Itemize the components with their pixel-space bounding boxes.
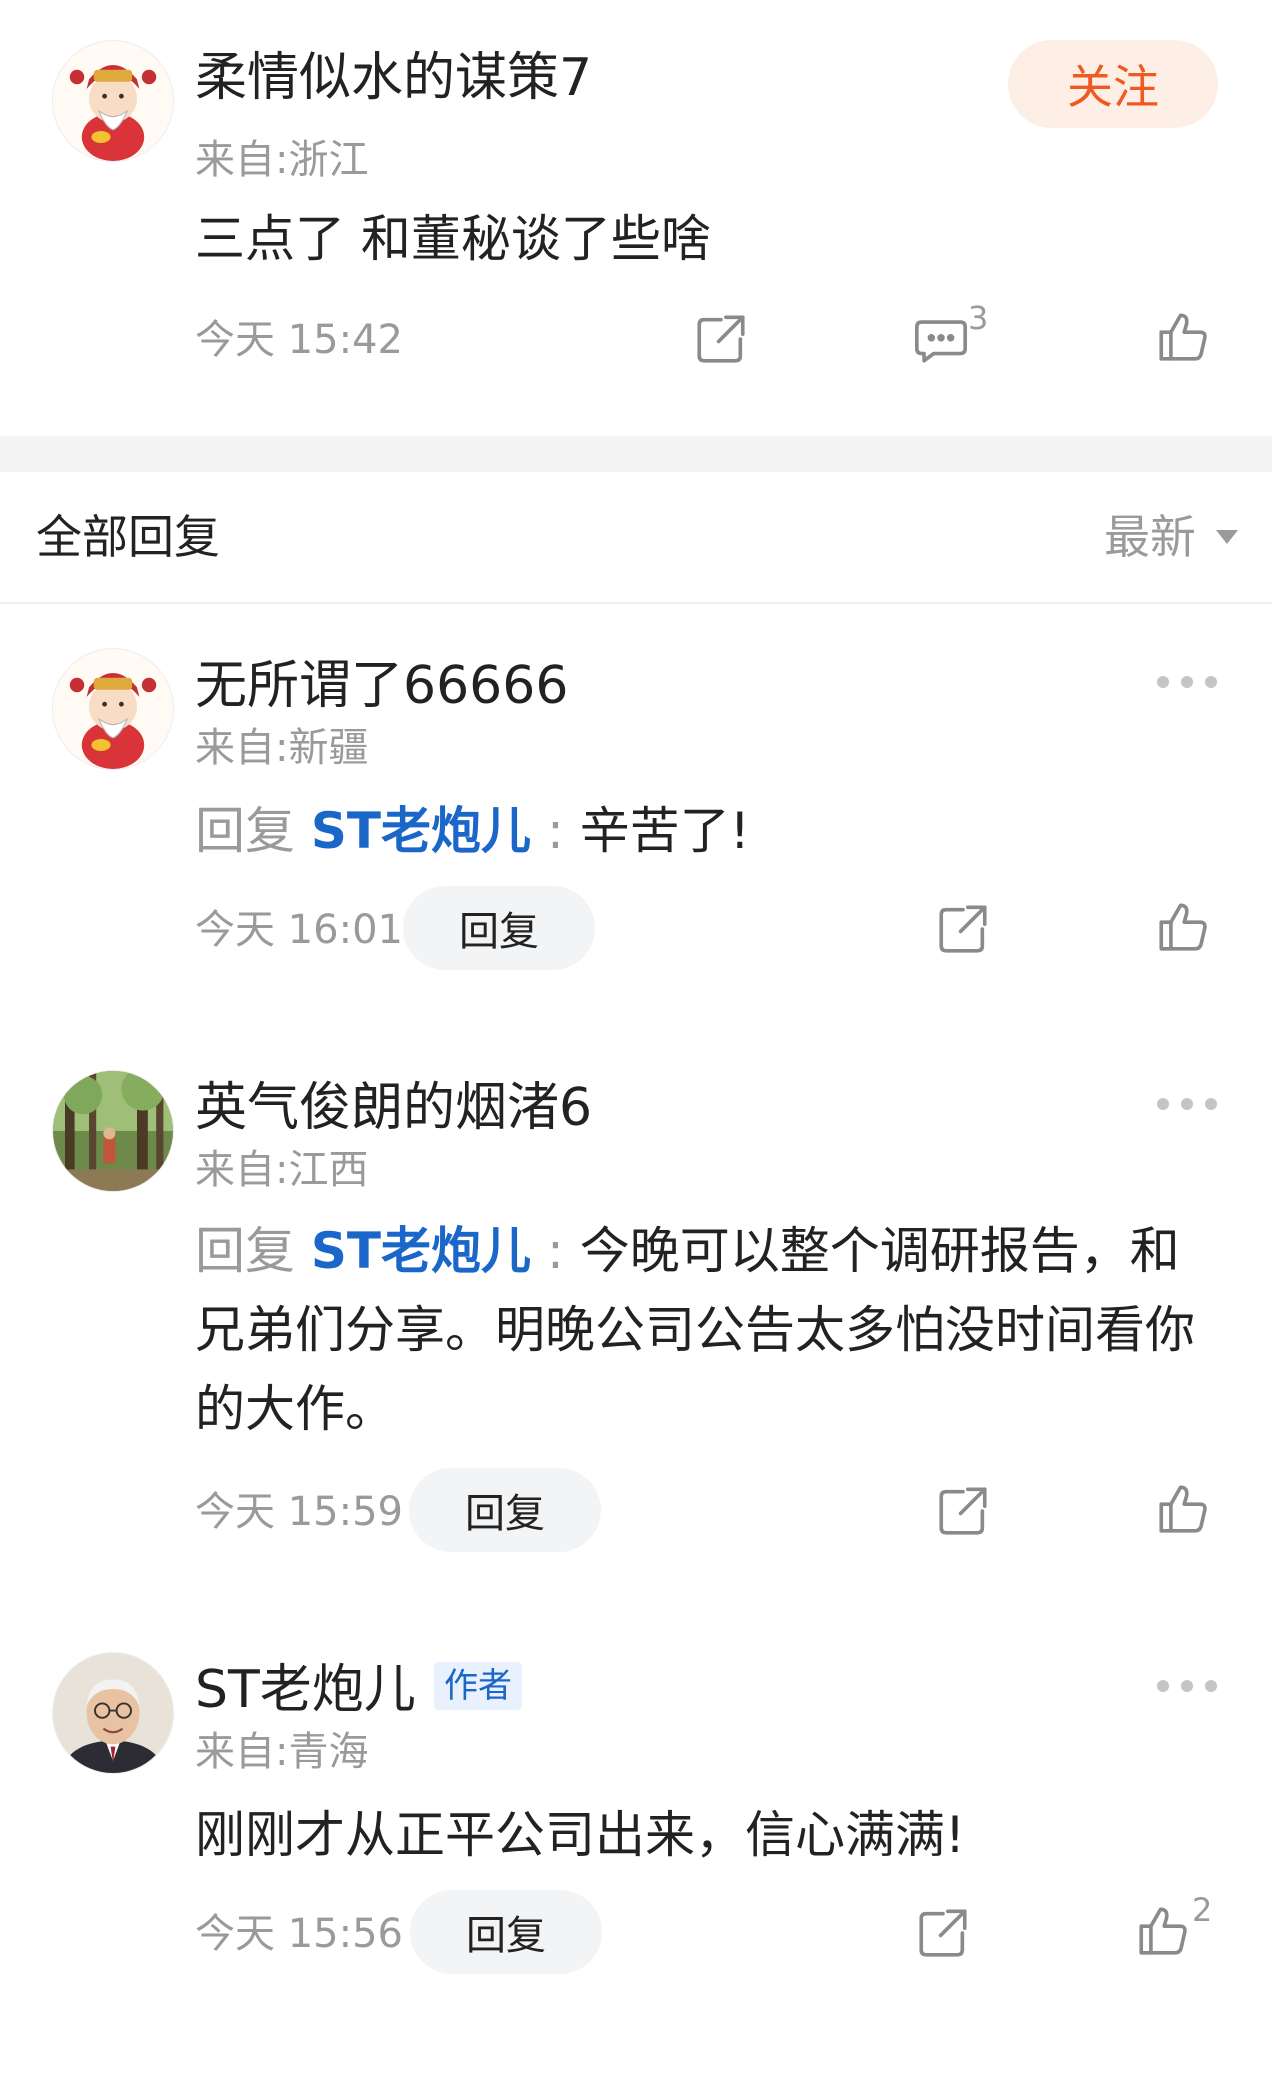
- reply-content: 回复 ST老炮儿 : 今晚可以整个调研报告，和兄弟们分享。明晚公司公告太多怕没时…: [195, 1212, 1212, 1449]
- more-icon[interactable]: [1157, 672, 1217, 692]
- reply-location: 来自:江西: [195, 1147, 369, 1193]
- all-replies-title: 全部回复: [36, 510, 220, 564]
- more-icon[interactable]: [1157, 1676, 1217, 1696]
- reply-time: 今天 16:01: [195, 907, 403, 953]
- post-time: 今天 15:42: [195, 317, 403, 363]
- thumbs-up-icon[interactable]: [1154, 308, 1212, 366]
- thumbs-up-icon[interactable]: [1154, 898, 1212, 956]
- reply-username[interactable]: ST老炮儿: [195, 1664, 416, 1716]
- share-icon[interactable]: [914, 1904, 972, 1962]
- reply-time: 今天 15:56: [195, 1911, 403, 1957]
- reply-text: 辛苦了!: [579, 802, 750, 860]
- reply-location: 来自:新疆: [195, 725, 369, 771]
- reply-time: 今天 15:59: [195, 1489, 403, 1535]
- avatar[interactable]: [52, 648, 174, 770]
- mention-link[interactable]: ST老炮儿: [311, 1222, 531, 1280]
- reply-button[interactable]: 回复: [410, 1890, 602, 1974]
- sort-dropdown[interactable]: 最新: [1104, 514, 1238, 560]
- like-count: 2: [1192, 1891, 1213, 1929]
- post-content: 三点了 和董秘谈了些啥: [195, 210, 711, 268]
- comment-count: 3: [968, 299, 989, 337]
- reply-text: 刚刚才从正平公司出来，信心满满!: [195, 1806, 966, 1864]
- post-username[interactable]: 柔情似水的谋策7: [195, 52, 592, 104]
- sort-label: 最新: [1104, 510, 1196, 564]
- header-divider: [0, 602, 1272, 604]
- reply-colon: :: [546, 802, 564, 860]
- post-location: 来自:浙江: [195, 137, 369, 183]
- thumbs-up-icon[interactable]: [1154, 1480, 1212, 1538]
- more-icon[interactable]: [1157, 1094, 1217, 1114]
- section-divider: [0, 436, 1272, 472]
- reply-button[interactable]: 回复: [403, 886, 595, 970]
- reply-prefix: 回复: [195, 802, 295, 860]
- follow-button[interactable]: 关注: [1008, 40, 1218, 128]
- thumbs-up-icon[interactable]: [1134, 1902, 1192, 1960]
- reply-prefix: 回复: [195, 1222, 295, 1280]
- main-post: 柔情似水的谋策7 来自:浙江 三点了 和董秘谈了些啥 今天 15:42 关注 3: [0, 0, 1272, 436]
- mention-link[interactable]: ST老炮儿: [311, 802, 531, 860]
- reply-colon: :: [546, 1222, 564, 1280]
- reply-content: 刚刚才从正平公司出来，信心满满!: [195, 1796, 1212, 1875]
- share-icon[interactable]: [934, 1482, 992, 1540]
- avatar[interactable]: [52, 1652, 174, 1774]
- author-badge: 作者: [434, 1662, 522, 1710]
- avatar[interactable]: [52, 40, 174, 162]
- reply-content: 回复 ST老炮儿 : 辛苦了!: [195, 792, 1212, 871]
- reply-username[interactable]: 无所谓了66666: [195, 660, 568, 712]
- share-icon[interactable]: [934, 900, 992, 958]
- triangle-down-icon: [1216, 530, 1238, 544]
- comment-icon[interactable]: [912, 310, 970, 368]
- reply-username[interactable]: 英气俊朗的烟渚6: [195, 1082, 592, 1134]
- share-icon[interactable]: [692, 310, 750, 368]
- reply-location: 来自:青海: [195, 1729, 369, 1775]
- avatar[interactable]: [52, 1070, 174, 1192]
- reply-button[interactable]: 回复: [409, 1468, 601, 1552]
